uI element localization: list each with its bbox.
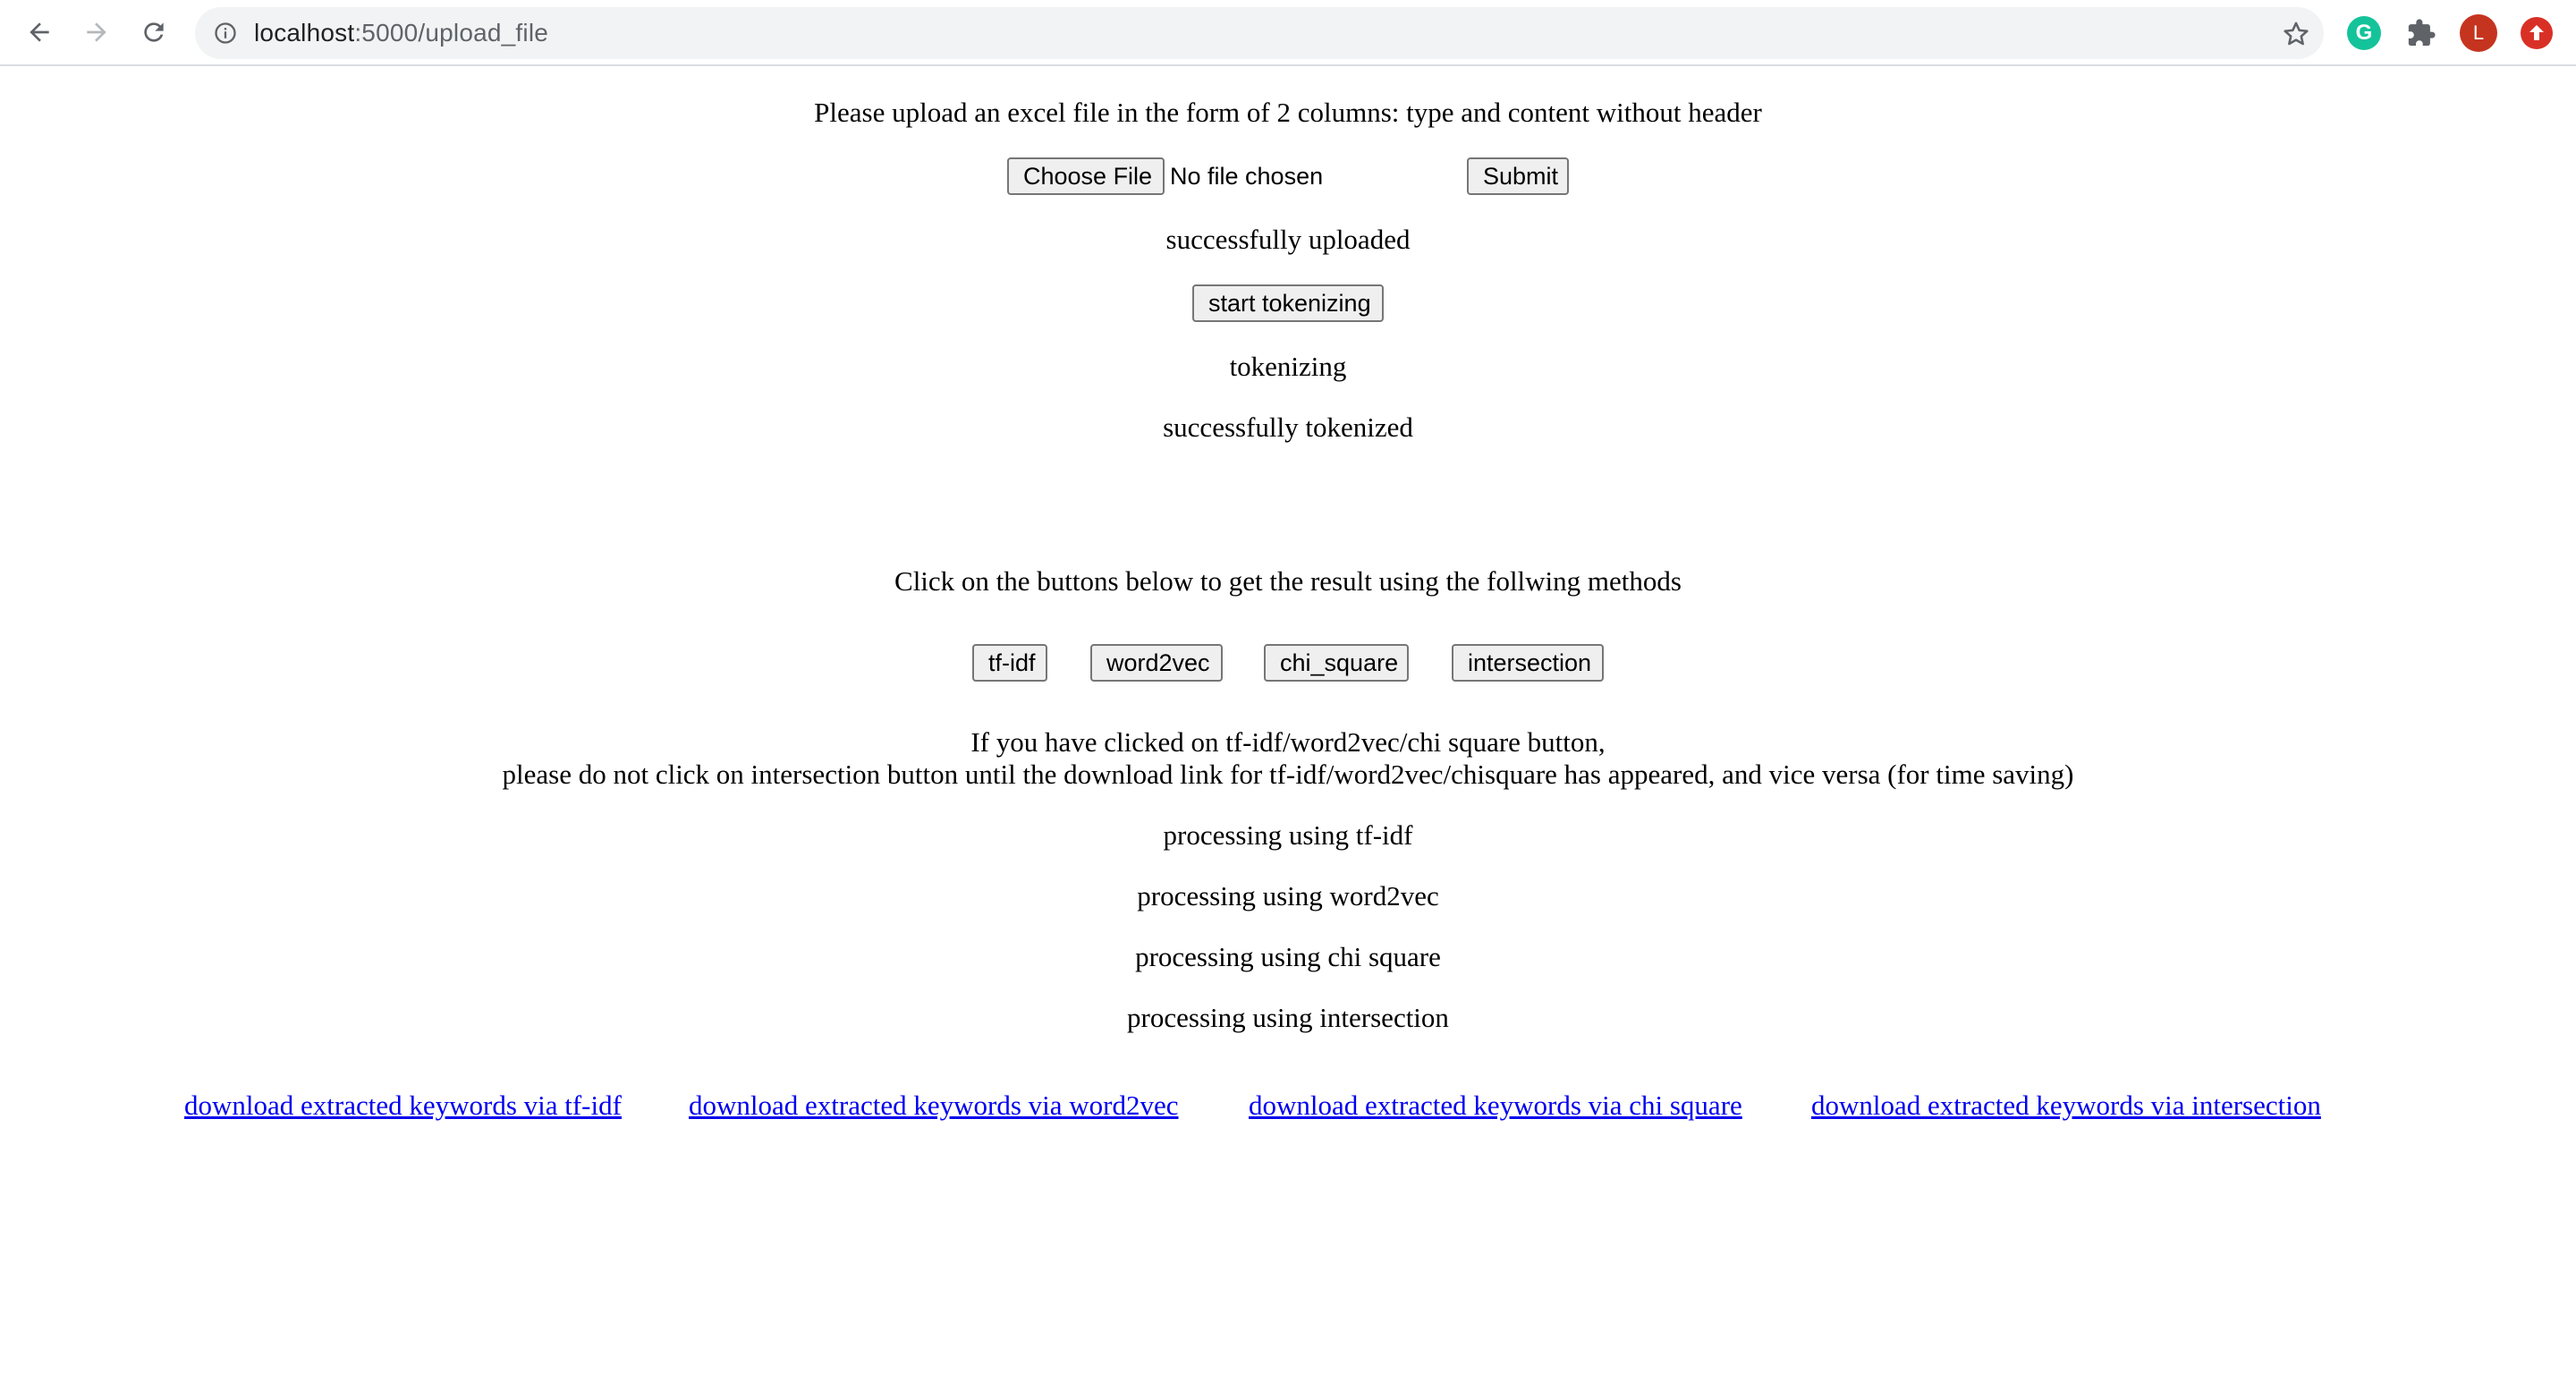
start-tokenizing-button[interactable]: start tokenizing (1192, 284, 1384, 322)
tf-idf-button[interactable]: tf-idf (972, 644, 1047, 682)
back-icon[interactable] (20, 13, 59, 52)
download-tf-idf-link[interactable]: download extracted keywords via tf-idf (184, 1090, 622, 1122)
url-text[interactable]: localhost:5000/upload_file (254, 7, 548, 59)
warning-note-line-2: please do not click on intersection butt… (502, 759, 2074, 790)
warning-note-line-1: If you have clicked on tf-idf/word2vec/c… (970, 726, 1606, 758)
url-host: localhost (254, 19, 355, 47)
forward-icon[interactable] (77, 13, 116, 52)
update-arrow-icon[interactable] (2521, 17, 2553, 49)
bookmark-star-icon[interactable] (2281, 19, 2311, 49)
processing-word2vec-status: processing using word2vec (1137, 880, 1439, 911)
submit-button[interactable]: Submit (1467, 157, 1569, 195)
reload-icon[interactable] (134, 13, 174, 52)
upload-instructions: Please upload an excel file in the form … (814, 97, 1762, 128)
url-path: :5000/upload_file (354, 19, 549, 47)
methods-intro: Click on the buttons below to get the re… (894, 565, 1682, 597)
word2vec-button[interactable]: word2vec (1090, 644, 1223, 682)
page-content: Please upload an excel file in the form … (0, 68, 2576, 1399)
address-bar[interactable]: localhost:5000/upload_file (195, 7, 2324, 59)
processing-tf-idf-status: processing using tf-idf (1163, 819, 1413, 851)
processing-intersection-status: processing using intersection (1127, 1002, 1449, 1033)
browser-toolbar: localhost:5000/upload_file G L (0, 0, 2576, 66)
processing-chi-square-status: processing using chi square (1135, 941, 1441, 972)
upload-status: successfully uploaded (1165, 224, 1411, 255)
info-icon[interactable] (213, 21, 238, 46)
download-word2vec-link[interactable]: download extracted keywords via word2vec (689, 1090, 1178, 1122)
tokenizing-status: tokenizing (1229, 351, 1347, 382)
download-chi-square-link[interactable]: download extracted keywords via chi squa… (1249, 1090, 1742, 1122)
tokenized-status: successfully tokenized (1163, 411, 1413, 443)
profile-avatar[interactable]: L (2460, 14, 2497, 52)
file-chosen-label: No file chosen (1170, 163, 1324, 190)
chi-square-button[interactable]: chi_square (1264, 644, 1409, 682)
choose-file-button[interactable]: Choose File (1007, 157, 1165, 195)
grammarly-extension-icon[interactable]: G (2347, 16, 2381, 50)
intersection-button[interactable]: intersection (1452, 644, 1604, 682)
download-intersection-link[interactable]: download extracted keywords via intersec… (1811, 1090, 2321, 1122)
extensions-puzzle-icon[interactable] (2404, 16, 2438, 50)
